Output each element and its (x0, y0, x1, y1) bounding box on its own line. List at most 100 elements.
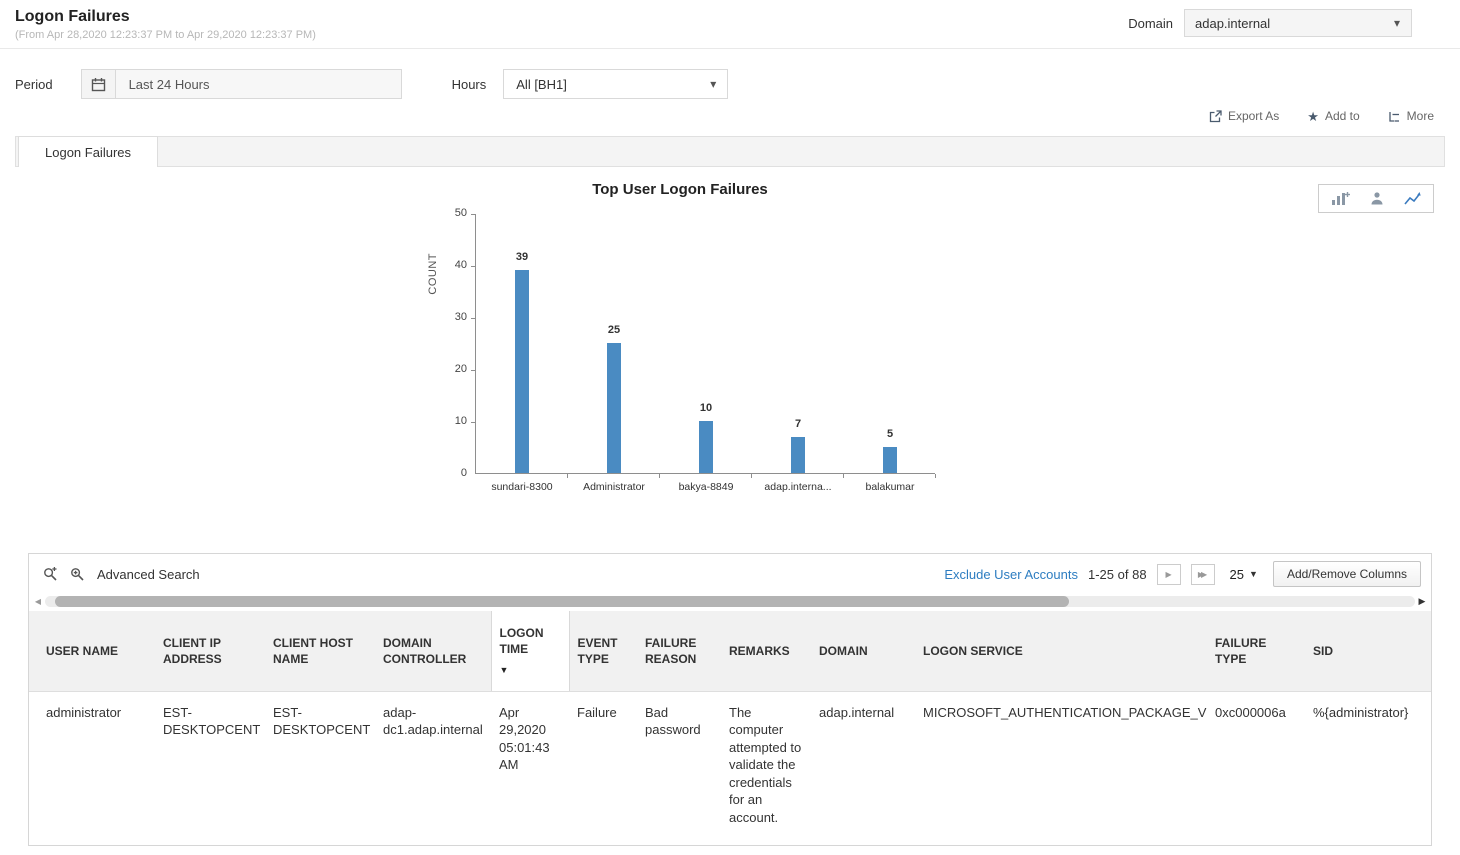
chart-type-bar-icon[interactable] (1331, 191, 1350, 206)
y-tick-label: 20 (455, 363, 467, 375)
bar-group: 10bakya-8849 (660, 214, 752, 473)
column-header-label: DOMAIN CONTROLLER (383, 635, 483, 667)
y-tick-label: 0 (461, 467, 467, 479)
search-icon[interactable] (43, 567, 58, 582)
table-cell: Failure (569, 691, 637, 838)
more-icon (1388, 110, 1401, 123)
chart-title: Top User Logon Failures (425, 181, 935, 198)
bar-value-label: 7 (752, 418, 844, 430)
table-toolbar: Advanced Search Exclude User Accounts 1-… (29, 554, 1431, 593)
scroll-right-icon[interactable]: ▶ (1415, 596, 1429, 607)
advanced-search-label[interactable]: Advanced Search (97, 567, 200, 582)
table-row: administratorEST-DESKTOPCENTEST-DESKTOPC… (29, 691, 1431, 838)
more-label: More (1407, 109, 1434, 123)
export-icon (1209, 110, 1222, 123)
column-header[interactable]: REMARKS (721, 611, 811, 691)
period-picker: Last 24 Hours (81, 69, 402, 99)
chevron-down-icon: ▾ (1383, 10, 1411, 36)
line-chart-icon[interactable] (1404, 191, 1421, 206)
actions-row: Export As ★ Add to More (0, 107, 1460, 133)
column-header-label: FAILURE REASON (645, 635, 713, 667)
domain-control: Domain adap.internal ▾ (1128, 9, 1412, 37)
domain-select[interactable]: adap.internal ▾ (1184, 9, 1412, 37)
bar (515, 270, 529, 473)
chart-y-axis: 01020304050 (441, 214, 475, 474)
add-to-button[interactable]: ★ Add to (1307, 109, 1359, 123)
x-tick-mark (567, 474, 568, 478)
column-header-label: REMARKS (729, 643, 803, 659)
period-label: Period (15, 77, 53, 92)
chart-toolbar (1318, 184, 1434, 213)
calendar-icon (91, 77, 106, 92)
table-cell: EST-DESKTOPCENT (265, 691, 375, 838)
period-value-field[interactable]: Last 24 Hours (116, 69, 402, 99)
x-category-label: Administrator (568, 481, 660, 493)
column-header[interactable]: FAILURE TYPE (1207, 611, 1305, 691)
horizontal-scrollbar: ◀ ▶ (31, 594, 1429, 609)
table-cell: Bad password (637, 691, 721, 838)
column-header[interactable]: FAILURE REASON (637, 611, 721, 691)
x-category-label: sundari-8300 (476, 481, 568, 493)
column-header[interactable]: DOMAIN CONTROLLER (375, 611, 491, 691)
scrollbar-track[interactable] (45, 596, 1415, 607)
calendar-button[interactable] (81, 69, 116, 99)
column-header[interactable]: CLIENT HOST NAME (265, 611, 375, 691)
column-header[interactable]: EVENT TYPE (569, 611, 637, 691)
export-as-label: Export As (1228, 109, 1279, 123)
next-page-button[interactable]: ▶ (1157, 564, 1181, 585)
hours-select-value: All [BH1] (516, 77, 567, 92)
hours-select[interactable]: All [BH1] ▾ (503, 69, 728, 99)
bar-group: 39sundari-8300 (476, 214, 568, 473)
column-header[interactable]: CLIENT IP ADDRESS (155, 611, 265, 691)
exclude-user-accounts-link[interactable]: Exclude User Accounts (944, 567, 1078, 582)
tab-logon-failures[interactable]: Logon Failures (18, 136, 158, 168)
bar-value-label: 5 (844, 428, 936, 440)
table-body: administratorEST-DESKTOPCENTEST-DESKTOPC… (29, 691, 1431, 838)
scroll-left-icon[interactable]: ◀ (31, 597, 45, 606)
table-cell: adap.internal (811, 691, 915, 838)
y-tick-label: 50 (455, 207, 467, 219)
table-header-row: USER NAME CLIENT IP ADDRESSCLIENT HOST NA… (29, 611, 1431, 691)
user-report-icon[interactable] (1370, 191, 1384, 206)
last-page-button[interactable]: ▶▶ (1191, 564, 1215, 585)
column-header[interactable]: SID (1305, 611, 1431, 691)
bar-value-label: 25 (568, 324, 660, 336)
chart-body: COUNT 01020304050 39sundari-830025Admini… (425, 214, 935, 474)
advanced-search-icon[interactable] (70, 567, 85, 582)
column-header-label: LOGON SERVICE (923, 643, 1199, 659)
filter-row: Period Last 24 Hours Hours All [BH1] ▾ (0, 49, 1460, 107)
column-header-label: CLIENT HOST NAME (273, 635, 367, 667)
bar-group: 5balakumar (844, 214, 936, 473)
table-cell: administrator (29, 691, 155, 838)
add-remove-columns-button[interactable]: Add/Remove Columns (1273, 561, 1421, 587)
pagination-range: 1-25 of 88 (1088, 567, 1147, 582)
scrollbar-thumb[interactable] (55, 596, 1069, 607)
page-size-select[interactable]: 25 ▼ (1225, 567, 1263, 582)
table-cell: EST-DESKTOPCENT (155, 691, 265, 838)
x-tick-mark (751, 474, 752, 478)
domain-label: Domain (1128, 16, 1173, 31)
column-header[interactable]: LOGON SERVICE (915, 611, 1207, 691)
x-tick-mark (659, 474, 660, 478)
sort-caret-icon[interactable]: ▼ (500, 664, 561, 676)
x-tick-mark (935, 474, 936, 478)
x-category-label: adap.interna... (752, 481, 844, 493)
column-header[interactable]: LOGON TIME▼ (491, 611, 569, 691)
y-axis-title: COUNT (427, 253, 439, 295)
y-tick-label: 40 (455, 259, 467, 271)
more-button[interactable]: More (1388, 109, 1434, 123)
x-category-label: balakumar (844, 481, 936, 493)
table-cell: %{administrator} (1305, 691, 1431, 838)
column-header-label: USER NAME (46, 643, 147, 659)
export-as-button[interactable]: Export As (1209, 109, 1279, 123)
bar-value-label: 39 (476, 251, 568, 263)
y-tick-label: 10 (455, 415, 467, 427)
chart-plot: 39sundari-830025Administrator10bakya-884… (475, 214, 935, 474)
column-header[interactable]: USER NAME (29, 611, 155, 691)
hours-label: Hours (452, 77, 487, 92)
bar (883, 447, 897, 473)
column-header[interactable]: DOMAIN (811, 611, 915, 691)
bar-value-label: 10 (660, 402, 752, 414)
y-tick-label: 30 (455, 311, 467, 323)
caret-down-icon: ▼ (1249, 569, 1258, 579)
